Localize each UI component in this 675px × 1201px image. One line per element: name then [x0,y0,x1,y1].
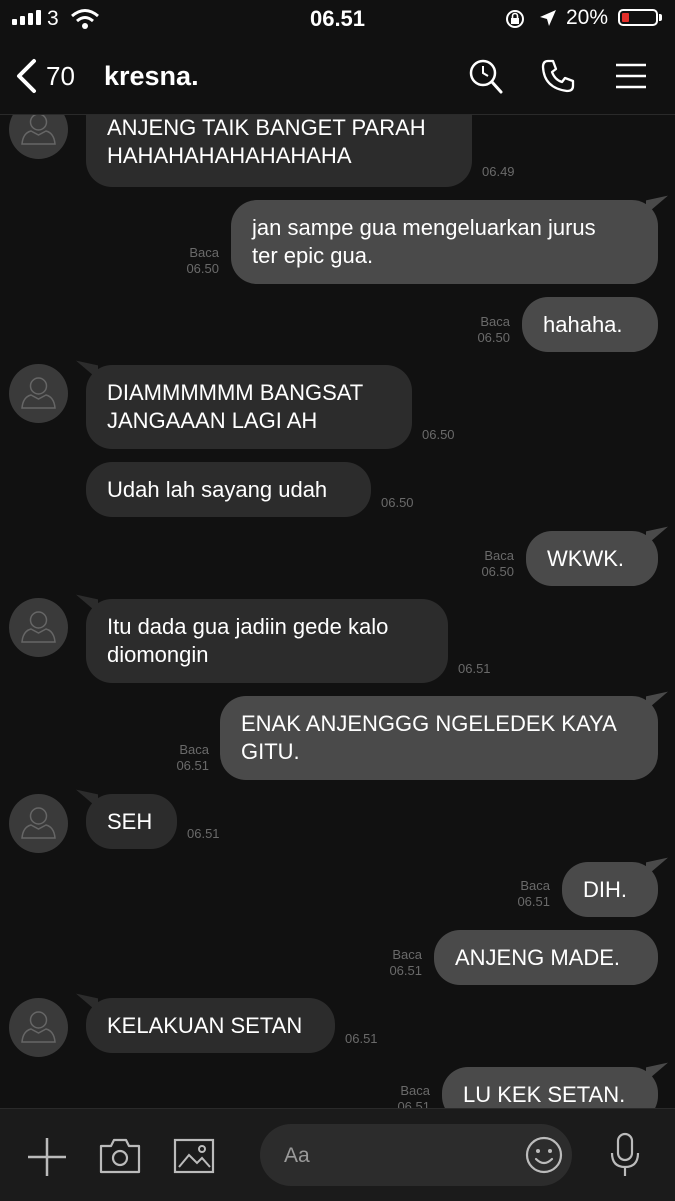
message-time: 06.51 [458,661,491,676]
person-icon [21,115,56,145]
message-time: 06.51 [345,1031,378,1046]
message-text: jan sampe gua mengeluarkan jurus ter epi… [252,215,596,268]
message-time: 06.49 [482,164,515,179]
message-bubble-outgoing[interactable]: jan sampe gua mengeluarkan jurus ter epi… [231,200,658,284]
message-input[interactable] [282,1140,506,1172]
message-bubble-incoming[interactable]: KELAKUAN SETAN [86,998,335,1053]
message-text: LU KEK SETAN. [463,1082,626,1107]
message-meta: Baca 06.51 [373,947,422,979]
avatar[interactable] [9,115,68,159]
composer-bar [0,1108,675,1201]
message-bubble-incoming[interactable]: Udah lah sayang udah [86,462,371,517]
message-time: 06.50 [477,330,510,345]
message-bubble-outgoing[interactable]: ENAK ANJENGGG NGELEDEK KAYA GITU. [220,696,658,780]
message-text: hahaha. [543,312,623,337]
message-bubble-incoming[interactable]: ANJENG TAIK BANGET PARAH HAHAHAHAHAHAHAH… [86,115,472,187]
avatar[interactable] [9,364,68,423]
person-icon [21,807,56,839]
read-receipt: Baca [189,245,219,260]
message-bubble-incoming[interactable]: DIAMMMMMM BANGSAT JANGAAAN LAGI AH [86,365,412,449]
emoji-icon[interactable] [524,1135,564,1175]
message-time: 06.51 [187,826,220,841]
person-icon [21,611,56,643]
message-text: Udah lah sayang udah [107,477,328,502]
battery-percentage: 20% [566,6,609,29]
message-time: 06.51 [176,758,209,773]
status-bar: 3 06.51 20% [0,0,675,40]
message-bubble-incoming[interactable]: Itu dada gua jadiin gede kalo diomongin [86,599,448,683]
chevron-left-icon [17,59,36,93]
read-receipt: Baca [484,548,514,563]
message-bubble-outgoing[interactable]: DIH. [562,862,658,917]
message-input-container[interactable] [260,1124,572,1186]
message-text: ENAK ANJENGGG NGELEDEK KAYA GITU. [241,711,617,764]
message-bubble-incoming[interactable]: SEH [86,794,177,849]
unread-count: 70 [46,60,75,91]
message-text: SEH [107,809,153,834]
message-text: ANJENG MADE. [455,945,621,970]
read-receipt: Baca [400,1083,430,1098]
message-meta: Baca 06.50 [461,314,510,346]
message-text: Itu dada gua jadiin gede kalo diomongin [107,614,389,667]
message-meta: Baca 06.50 [465,548,514,580]
read-receipt: Baca [179,742,209,757]
chat-title: kresna. [104,61,199,91]
avatar[interactable] [9,598,68,657]
back-button[interactable]: 70 [14,58,75,94]
microphone-icon[interactable] [608,1131,642,1179]
message-bubble-outgoing[interactable]: ANJENG MADE. [434,930,658,985]
message-meta: Baca 06.51 [160,742,209,774]
menu-icon[interactable] [614,58,648,94]
message-text: ANJENG TAIK BANGET PARAH HAHAHAHAHAHAHAH… [107,115,426,168]
message-text: KELAKUAN SETAN [107,1013,303,1038]
avatar[interactable] [9,794,68,853]
search-icon[interactable] [468,58,504,96]
avatar[interactable] [9,998,68,1057]
message-text: DIAMMMMMM BANGSAT JANGAAAN LAGI AH [107,380,364,433]
message-text: WKWK. [547,546,624,571]
message-time: 06.50 [481,564,514,579]
chat-header: 70 kresna. [0,40,675,115]
read-receipt: Baca [392,947,422,962]
location-arrow-icon [540,10,556,26]
read-receipt: Baca [480,314,510,329]
read-receipt: Baca [520,878,550,893]
message-time: 06.51 [397,1099,430,1108]
plus-icon[interactable] [26,1136,68,1178]
image-gallery-icon[interactable] [172,1137,216,1175]
message-time: 06.51 [389,963,422,978]
message-time: 06.50 [381,495,414,510]
message-meta: Baca 06.50 [170,245,219,277]
person-icon [21,377,56,409]
rotation-lock-icon [506,10,524,28]
message-time: 06.51 [517,894,550,909]
message-time: 06.50 [186,261,219,276]
phone-icon[interactable] [540,58,576,94]
message-text: DIH. [583,877,627,902]
battery-icon [618,9,658,26]
camera-icon[interactable] [98,1137,142,1175]
message-bubble-outgoing[interactable]: WKWK. [526,531,658,586]
message-bubble-outgoing[interactable]: hahaha. [522,297,658,352]
message-bubble-outgoing[interactable]: LU KEK SETAN. [442,1067,658,1108]
battery-tip [659,14,662,21]
message-meta: Baca 06.51 [381,1083,430,1108]
message-time: 06.50 [422,427,455,442]
person-icon [21,1011,56,1043]
message-list[interactable]: ANJENG TAIK BANGET PARAH HAHAHAHAHAHAHAH… [0,115,675,1108]
message-meta: Baca 06.51 [501,878,550,910]
